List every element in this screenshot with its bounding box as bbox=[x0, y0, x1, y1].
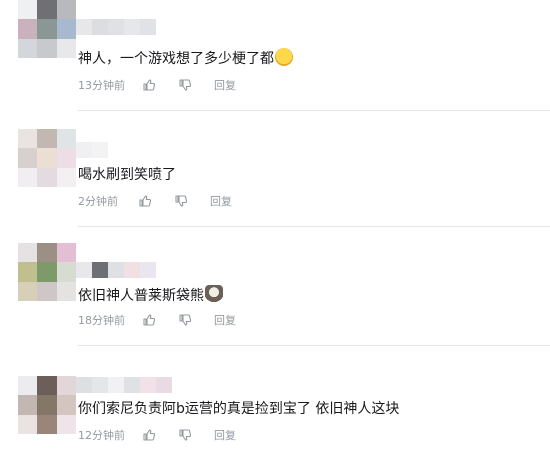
avatar-pixel bbox=[18, 262, 38, 282]
comment-text-content: 你们索尼负责阿b运营的真是捡到宝了 依旧神人这块 bbox=[78, 401, 400, 417]
avatar-pixel bbox=[37, 262, 57, 282]
username-pixel bbox=[140, 19, 156, 35]
laughing-tears-emoji-icon bbox=[275, 48, 293, 66]
thumb-down-icon[interactable] bbox=[174, 194, 188, 208]
avatar-pixel bbox=[37, 395, 57, 415]
comment-meta: 18分钟前 回复 bbox=[78, 312, 236, 328]
timestamp: 12分钟前 bbox=[78, 429, 125, 442]
avatar-pixel bbox=[18, 0, 38, 20]
username-pixel bbox=[76, 142, 92, 158]
username-pixel bbox=[108, 262, 124, 278]
avatar-pixel bbox=[56, 148, 76, 168]
username-pixel bbox=[108, 19, 124, 35]
username[interactable] bbox=[76, 262, 156, 278]
avatar-pixel bbox=[56, 167, 76, 187]
comment-text-content: 喝水刷到笑喷了 bbox=[78, 167, 176, 183]
timestamp: 18分钟前 bbox=[78, 314, 125, 327]
divider bbox=[78, 226, 550, 227]
avatar-pixel bbox=[56, 0, 76, 20]
avatar[interactable] bbox=[18, 0, 76, 58]
avatar-pixel bbox=[56, 19, 76, 39]
thumb-down-icon[interactable] bbox=[178, 78, 192, 92]
comment-text: 喝水刷到笑喷了 bbox=[78, 165, 176, 185]
username-pixel bbox=[140, 377, 156, 393]
username-pixel bbox=[92, 262, 108, 278]
avatar-pixel bbox=[56, 243, 76, 263]
username-pixel bbox=[92, 377, 108, 393]
username-pixel bbox=[156, 377, 172, 393]
thumb-up-icon[interactable] bbox=[142, 428, 156, 442]
avatar-pixel bbox=[37, 376, 57, 396]
comment-meta: 2分钟前 回复 bbox=[78, 193, 232, 209]
reply-button[interactable]: 回复 bbox=[210, 193, 232, 209]
username-pixel bbox=[108, 377, 124, 393]
avatar-pixel bbox=[18, 395, 38, 415]
comment-text: 你们索尼负责阿b运营的真是捡到宝了 依旧神人这块 bbox=[78, 399, 399, 419]
reply-button[interactable]: 回复 bbox=[214, 427, 236, 443]
avatar-pixel bbox=[37, 148, 57, 168]
avatar[interactable] bbox=[18, 376, 76, 434]
username-pixel bbox=[92, 19, 108, 35]
avatar-pixel bbox=[18, 19, 38, 39]
avatar-pixel bbox=[37, 129, 57, 149]
avatar-pixel bbox=[37, 167, 57, 187]
thumb-up-icon[interactable] bbox=[142, 78, 156, 92]
avatar-pixel bbox=[37, 19, 57, 39]
username[interactable] bbox=[76, 142, 108, 158]
avatar-pixel bbox=[56, 262, 76, 282]
timestamp: 13分钟前 bbox=[78, 79, 125, 92]
username[interactable] bbox=[76, 19, 156, 35]
reply-button[interactable]: 回复 bbox=[214, 77, 236, 93]
avatar-pixel bbox=[37, 0, 57, 20]
comment-meta: 13分钟前 回复 bbox=[78, 77, 236, 93]
divider bbox=[78, 110, 550, 111]
avatar-pixel bbox=[56, 38, 76, 58]
comment-text: 神人，一个游戏想了多少梗了都 bbox=[78, 48, 293, 69]
username[interactable] bbox=[76, 377, 172, 393]
avatar[interactable] bbox=[18, 243, 76, 301]
username-pixel bbox=[76, 262, 92, 278]
thumb-down-icon[interactable] bbox=[178, 313, 192, 327]
avatar-pixel bbox=[56, 281, 76, 301]
avatar-pixel bbox=[18, 167, 38, 187]
thumb-up-icon[interactable] bbox=[142, 313, 156, 327]
avatar-pixel bbox=[18, 38, 38, 58]
username-pixel bbox=[140, 262, 156, 278]
avatar-pixel bbox=[18, 148, 38, 168]
avatar-pixel bbox=[18, 129, 38, 149]
avatar[interactable] bbox=[18, 129, 76, 187]
avatar-pixel bbox=[37, 281, 57, 301]
divider bbox=[78, 345, 550, 346]
username-pixel bbox=[124, 262, 140, 278]
avatar-pixel bbox=[18, 281, 38, 301]
comment-text-content: 神人，一个游戏想了多少梗了都 bbox=[78, 51, 274, 67]
avatar-pixel bbox=[56, 376, 76, 396]
raccoon-sticker-icon bbox=[205, 285, 223, 303]
username-pixel bbox=[124, 377, 140, 393]
avatar-pixel bbox=[37, 414, 57, 434]
avatar-pixel bbox=[56, 129, 76, 149]
timestamp: 2分钟前 bbox=[78, 195, 118, 208]
avatar-pixel bbox=[37, 38, 57, 58]
avatar-pixel bbox=[56, 414, 76, 434]
avatar-pixel bbox=[56, 395, 76, 415]
comment-meta: 12分钟前 回复 bbox=[78, 427, 236, 443]
username-pixel bbox=[92, 142, 108, 158]
thumb-down-icon[interactable] bbox=[178, 428, 192, 442]
avatar-pixel bbox=[18, 243, 38, 263]
avatar-pixel bbox=[18, 414, 38, 434]
avatar-pixel bbox=[37, 243, 57, 263]
thumb-up-icon[interactable] bbox=[138, 194, 152, 208]
comment-text: 依旧神人普莱斯袋熊 bbox=[78, 285, 223, 306]
comment-text-content: 依旧神人普莱斯袋熊 bbox=[78, 288, 204, 304]
reply-button[interactable]: 回复 bbox=[214, 312, 236, 328]
avatar-pixel bbox=[18, 376, 38, 396]
username-pixel bbox=[76, 377, 92, 393]
username-pixel bbox=[124, 19, 140, 35]
username-pixel bbox=[76, 19, 92, 35]
